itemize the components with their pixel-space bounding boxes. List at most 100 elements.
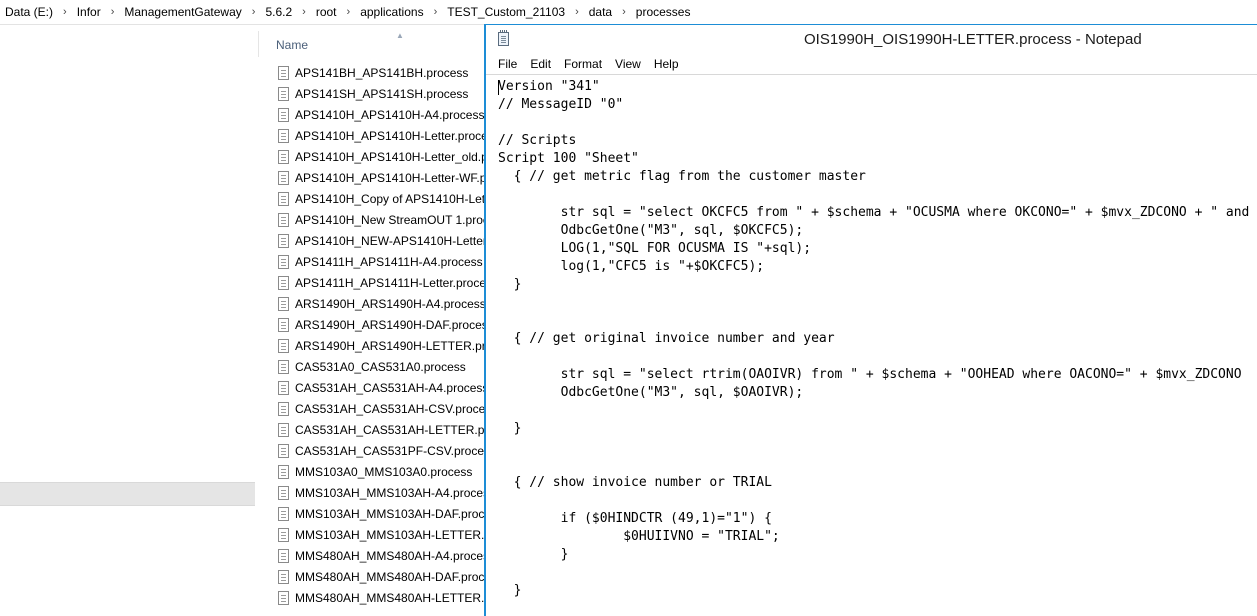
file-row[interactable]: APS1410H_NEW-APS1410H-Letter-WF.process xyxy=(258,230,486,251)
text-line: // MessageID "0" xyxy=(498,97,624,112)
file-name: APS1410H_APS1410H-Letter_old.process xyxy=(295,149,486,164)
file-name: APS1411H_APS1411H-Letter.process xyxy=(295,275,486,290)
notepad-window[interactable]: OIS1990H_OIS1990H-LETTER.process - Notep… xyxy=(484,24,1257,616)
breadcrumb-item[interactable]: root xyxy=(312,5,341,19)
chevron-right-icon[interactable]: › xyxy=(616,6,632,18)
file-row[interactable]: APS1410H_APS1410H-Letter.process xyxy=(258,125,486,146)
file-icon xyxy=(278,254,289,269)
breadcrumb-item[interactable]: processes xyxy=(632,5,695,19)
menu-bar: File Edit Format View Help xyxy=(486,54,1257,75)
chevron-right-icon[interactable]: › xyxy=(341,6,357,18)
file-name: APS141SH_APS141SH.process xyxy=(295,86,469,101)
chevron-right-icon[interactable]: › xyxy=(428,6,444,18)
text-line: str sql = "select rtrim(OAOIVR) from " +… xyxy=(498,367,1242,382)
file-name: ARS1490H_ARS1490H-A4.process xyxy=(295,296,486,311)
file-name: APS1410H_APS1410H-A4.process xyxy=(295,107,485,122)
file-row[interactable]: APS1410H_Copy of APS1410H-Letter.process xyxy=(258,188,486,209)
file-list[interactable]: ▲ Name APS141BH_APS141BH.process APS141SH… xyxy=(258,25,486,615)
chevron-right-icon[interactable]: › xyxy=(105,6,121,18)
menu-file[interactable]: File xyxy=(486,57,523,71)
file-row[interactable]: MMS103A0_MMS103A0.process xyxy=(258,461,486,482)
text-line xyxy=(498,438,1257,456)
file-name: MMS480AH_MMS480AH-DAF.process xyxy=(295,569,486,584)
file-row[interactable]: ARS1490H_ARS1490H-DAF.process xyxy=(258,314,486,335)
file-name: MMS480AH_MMS480AH-A4.process xyxy=(295,548,486,563)
menu-help[interactable]: Help xyxy=(647,57,685,71)
text-line: Script 100 "Sheet" xyxy=(498,151,639,166)
breadcrumb-item[interactable]: applications xyxy=(356,5,427,19)
text-caret xyxy=(498,80,499,95)
notepad-icon[interactable] xyxy=(498,30,509,46)
text-line: } xyxy=(498,421,522,436)
breadcrumb-item[interactable]: Infor xyxy=(73,5,105,19)
file-row[interactable]: APS1410H_APS1410H-A4.process xyxy=(258,104,486,125)
file-row[interactable]: APS141SH_APS141SH.process xyxy=(258,83,486,104)
text-line xyxy=(498,114,1257,132)
text-line: } xyxy=(498,277,522,292)
file-name: CAS531AH_CAS531AH-A4.process xyxy=(295,380,486,395)
file-icon xyxy=(278,338,289,353)
column-header-label: Name xyxy=(276,38,309,52)
breadcrumb-item[interactable]: TEST_Custom_21103 xyxy=(443,5,569,19)
file-row[interactable]: APS1410H_APS1410H-Letter_old.process xyxy=(258,146,486,167)
chevron-right-icon[interactable]: › xyxy=(246,6,262,18)
breadcrumb-item[interactable]: data xyxy=(585,5,616,19)
file-row[interactable]: APS141BH_APS141BH.process xyxy=(258,62,486,83)
menu-view[interactable]: View xyxy=(608,57,647,71)
file-icon xyxy=(278,296,289,311)
text-line xyxy=(498,402,1257,420)
file-row[interactable]: APS1411H_APS1411H-A4.process xyxy=(258,251,486,272)
text-editor[interactable]: Version "341" // MessageID "0" // Scripts S… xyxy=(498,78,1257,616)
file-row[interactable]: CAS531AH_CAS531AH-CSV.process xyxy=(258,398,486,419)
file-icon xyxy=(278,548,289,563)
chevron-right-icon[interactable]: › xyxy=(57,6,73,18)
file-row[interactable]: MMS103AH_MMS103AH-A4.process xyxy=(258,482,486,503)
file-row[interactable]: CAS531AH_CAS531AH-LETTER.process xyxy=(258,419,486,440)
menu-format[interactable]: Format xyxy=(557,57,608,71)
file-icon xyxy=(278,317,289,332)
breadcrumb-item[interactable]: ManagementGateway xyxy=(120,5,245,19)
file-name: CAS531AH_CAS531AH-CSV.process xyxy=(295,401,486,416)
file-row[interactable]: MMS480AH_MMS480AH-LETTER.process xyxy=(258,587,486,608)
file-name: APS141BH_APS141BH.process xyxy=(295,65,469,80)
text-line: $0HUIIVNO = "TRIAL"; xyxy=(498,529,780,544)
text-line: Version "341" xyxy=(498,79,600,94)
file-row[interactable]: ARS1490H_ARS1490H-LETTER.process xyxy=(258,335,486,356)
text-line xyxy=(498,312,1257,330)
breadcrumb-item[interactable]: 5.6.2 xyxy=(261,5,296,19)
file-row[interactable]: ARS1490H_ARS1490H-A4.process xyxy=(258,293,486,314)
file-icon xyxy=(278,191,289,206)
file-name: APS1410H_APS1410H-Letter-WF.process xyxy=(295,170,486,185)
file-icon xyxy=(278,107,289,122)
file-icon xyxy=(278,275,289,290)
file-row[interactable]: MMS480AH_MMS480AH-A4.process xyxy=(258,545,486,566)
window-title: OIS1990H_OIS1990H-LETTER.process - Notep… xyxy=(804,31,1142,48)
file-icon xyxy=(278,149,289,164)
chevron-right-icon[interactable]: › xyxy=(569,6,585,18)
file-row[interactable]: MMS103AH_MMS103AH-DAF.process xyxy=(258,503,486,524)
file-icon xyxy=(278,212,289,227)
navigation-selected-item[interactable] xyxy=(0,482,255,506)
column-header-name[interactable]: ▲ Name xyxy=(258,31,487,57)
file-rows: APS141BH_APS141BH.process APS141SH_APS141… xyxy=(258,62,486,608)
file-row[interactable]: APS1411H_APS1411H-Letter.process xyxy=(258,272,486,293)
chevron-right-icon[interactable]: › xyxy=(296,6,312,18)
text-line: } xyxy=(498,583,522,598)
text-line: LOG(1,"SQL FOR OCUSMA IS "+sql); xyxy=(498,241,812,256)
file-row[interactable]: MMS480AH_MMS480AH-DAF.process xyxy=(258,566,486,587)
text-line: if ($0HINDCTR (49,1)="1") { xyxy=(498,511,772,526)
file-name: MMS103AH_MMS103AH-A4.process xyxy=(295,485,486,500)
file-name: APS1410H_APS1410H-Letter.process xyxy=(295,128,486,143)
breadcrumb-item[interactable]: Data (E:) xyxy=(0,5,57,19)
file-row[interactable]: CAS531AH_CAS531AH-A4.process xyxy=(258,377,486,398)
notepad-titlebar[interactable]: OIS1990H_OIS1990H-LETTER.process - Notep… xyxy=(486,25,1257,54)
navigation-pane[interactable] xyxy=(0,25,258,615)
file-row[interactable]: APS1410H_APS1410H-Letter-WF.process xyxy=(258,167,486,188)
file-row[interactable]: APS1410H_New StreamOUT 1.process xyxy=(258,209,486,230)
file-row[interactable]: CAS531A0_CAS531A0.process xyxy=(258,356,486,377)
file-row[interactable]: MMS103AH_MMS103AH-LETTER.process xyxy=(258,524,486,545)
menu-edit[interactable]: Edit xyxy=(523,57,557,71)
file-name: CAS531A0_CAS531A0.process xyxy=(295,359,466,374)
file-row[interactable]: CAS531AH_CAS531PF-CSV.process xyxy=(258,440,486,461)
text-line xyxy=(498,564,1257,582)
